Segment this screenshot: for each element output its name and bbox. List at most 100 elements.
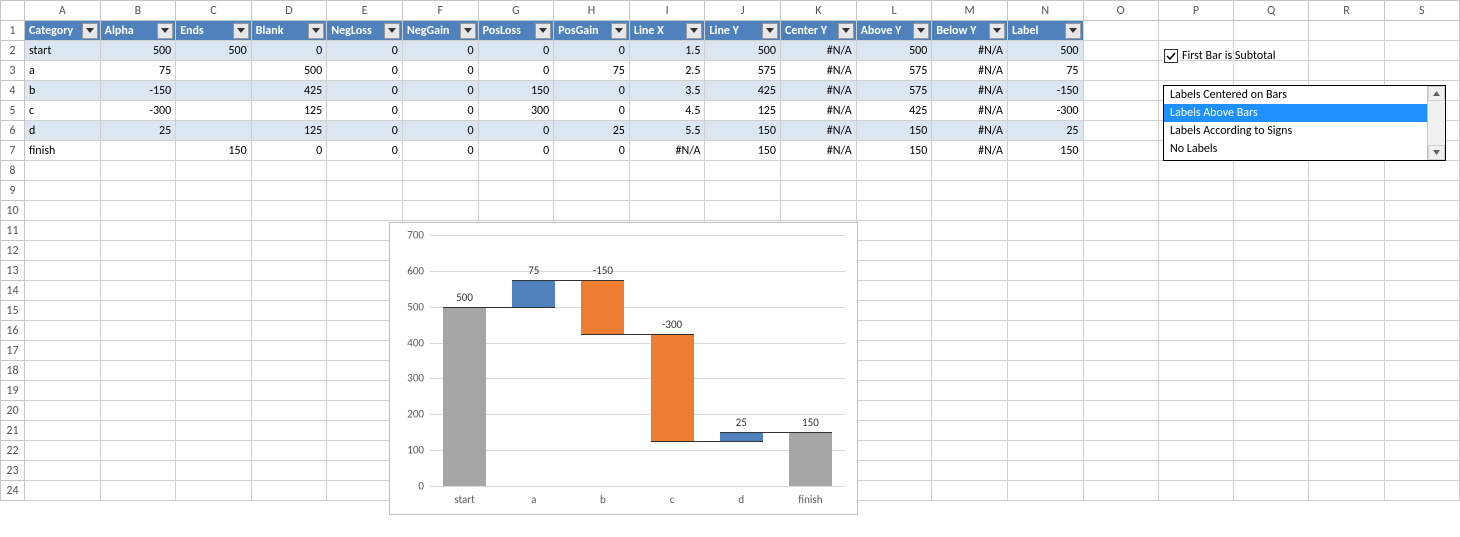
cell[interactable] [1384, 261, 1459, 281]
cell[interactable] [1158, 221, 1233, 241]
cell[interactable] [251, 401, 327, 421]
row-header[interactable]: 10 [1, 201, 25, 221]
cell[interactable]: 575 [856, 61, 932, 81]
cell[interactable] [1008, 361, 1084, 381]
cell[interactable]: 150 [705, 141, 781, 161]
cell[interactable] [1008, 201, 1084, 221]
cell[interactable] [176, 281, 251, 301]
cell[interactable] [1008, 341, 1084, 361]
cell[interactable] [1158, 301, 1233, 321]
cell[interactable] [1083, 161, 1158, 181]
cell[interactable] [100, 301, 176, 321]
filter-dropdown-icon[interactable] [989, 23, 1005, 39]
cell[interactable]: 0 [327, 121, 403, 141]
cell[interactable]: -300 [1008, 101, 1084, 121]
cell[interactable] [176, 201, 251, 221]
cell[interactable] [629, 201, 705, 221]
cell[interactable] [24, 381, 100, 401]
cell[interactable]: 0 [402, 81, 478, 101]
cell[interactable]: 425 [251, 81, 327, 101]
cell[interactable] [251, 161, 327, 181]
cell[interactable] [1083, 121, 1158, 141]
cell[interactable] [1083, 181, 1158, 201]
cell[interactable] [176, 121, 251, 141]
cell[interactable] [1234, 461, 1309, 481]
cell[interactable] [1158, 181, 1233, 201]
cell[interactable] [1158, 241, 1233, 261]
cell[interactable] [24, 221, 100, 241]
cell[interactable] [856, 301, 932, 321]
cell[interactable] [1008, 461, 1084, 481]
cell[interactable] [1234, 241, 1309, 261]
cell[interactable] [402, 181, 478, 201]
cell[interactable] [251, 381, 327, 401]
label-mode-listbox[interactable]: Labels Centered on BarsLabels Above Bars… [1163, 85, 1446, 161]
cell[interactable] [100, 341, 176, 361]
cell[interactable] [932, 341, 1008, 361]
cell[interactable] [1158, 461, 1233, 481]
cell[interactable]: 0 [402, 61, 478, 81]
cell[interactable]: start [24, 41, 100, 61]
cell[interactable] [1083, 101, 1158, 121]
cell[interactable] [1384, 21, 1459, 41]
cell[interactable]: 1.5 [629, 41, 705, 61]
cell[interactable] [1008, 321, 1084, 341]
cell[interactable] [327, 161, 403, 181]
filter-dropdown-icon[interactable] [460, 23, 476, 39]
cell[interactable] [1309, 321, 1384, 341]
cell[interactable]: #N/A [629, 141, 705, 161]
cell[interactable] [1083, 141, 1158, 161]
cell[interactable]: Below Y [932, 21, 1008, 41]
cell[interactable] [1083, 481, 1158, 501]
cell[interactable]: 0 [402, 41, 478, 61]
cell[interactable] [176, 221, 251, 241]
cell[interactable] [932, 241, 1008, 261]
cell[interactable]: 150 [478, 81, 554, 101]
cell[interactable] [251, 421, 327, 441]
cell[interactable] [1384, 461, 1459, 481]
cell[interactable] [251, 481, 327, 501]
filter-dropdown-icon[interactable] [233, 23, 249, 39]
cell[interactable]: 0 [327, 141, 403, 161]
cell[interactable] [932, 281, 1008, 301]
listbox-item[interactable]: Labels According to Signs [1164, 122, 1427, 140]
cell[interactable] [1008, 481, 1084, 501]
cell[interactable] [1083, 281, 1158, 301]
filter-dropdown-icon[interactable] [686, 23, 702, 39]
cell[interactable] [1309, 461, 1384, 481]
cell[interactable] [1309, 401, 1384, 421]
column-header[interactable]: A [24, 1, 100, 21]
cell[interactable] [856, 401, 932, 421]
column-header[interactable]: Q [1234, 1, 1309, 21]
cell[interactable] [1234, 421, 1309, 441]
cell[interactable] [24, 341, 100, 361]
cell[interactable] [1158, 421, 1233, 441]
cell[interactable] [251, 201, 327, 221]
cell[interactable] [24, 481, 100, 501]
cell[interactable]: 150 [856, 121, 932, 141]
cell[interactable] [478, 161, 554, 181]
cell[interactable]: 0 [554, 141, 630, 161]
cell[interactable] [24, 261, 100, 281]
cell[interactable]: 150 [176, 141, 251, 161]
cell[interactable] [24, 181, 100, 201]
cell[interactable] [478, 201, 554, 221]
cell[interactable] [1234, 381, 1309, 401]
cell[interactable] [1309, 241, 1384, 261]
cell[interactable]: 0 [251, 141, 327, 161]
cell[interactable]: 150 [856, 141, 932, 161]
cell[interactable]: 500 [1008, 41, 1084, 61]
cell[interactable] [24, 281, 100, 301]
cell[interactable]: 25 [1008, 121, 1084, 141]
cell[interactable] [932, 421, 1008, 441]
cell[interactable] [1234, 441, 1309, 461]
checkbox-box[interactable] [1164, 49, 1178, 63]
cell[interactable] [932, 441, 1008, 461]
cell[interactable] [1384, 241, 1459, 261]
cell[interactable] [1083, 201, 1158, 221]
column-header[interactable]: K [780, 1, 856, 21]
cell[interactable] [1083, 81, 1158, 101]
cell[interactable] [1008, 301, 1084, 321]
cell[interactable] [1234, 341, 1309, 361]
column-header[interactable]: M [932, 1, 1008, 21]
